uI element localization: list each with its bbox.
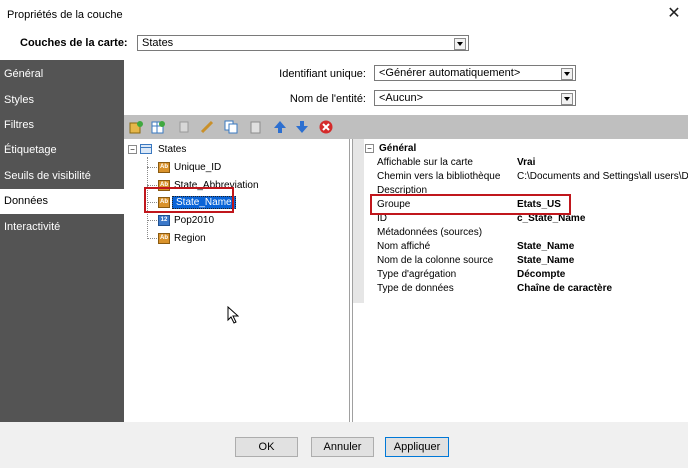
property-name: Chemin vers la bibliothèque <box>377 171 501 182</box>
sidebar-item-visibility[interactable]: Seuils de visibilité <box>0 164 124 189</box>
chevron-down-icon[interactable] <box>561 93 573 105</box>
property-name: Affichable sur la carte <box>377 157 473 168</box>
sidebar-item-filters[interactable]: Filtres <box>0 113 124 138</box>
property-name: Nom de la colonne source <box>377 255 494 266</box>
property-row[interactable]: Nom affiché State_Name <box>353 240 688 254</box>
tree-guide <box>147 238 157 239</box>
add-field-icon[interactable] <box>128 119 143 134</box>
layer-label: Couches de la carte: <box>20 37 128 49</box>
annotation-box <box>370 194 571 215</box>
text-field-icon: Ab <box>158 233 170 244</box>
layer-select[interactable]: States <box>137 35 469 51</box>
property-row[interactable]: Nom de la colonne source State_Name <box>353 254 688 268</box>
tree-item[interactable]: Region <box>174 233 206 244</box>
field-tree: − States Ab Unique_ID Ab State_Abbreviat… <box>124 139 350 422</box>
table-icon <box>140 144 152 157</box>
edit-pencil-icon[interactable] <box>199 119 214 134</box>
property-section: Général <box>379 143 417 154</box>
text-field-icon: Ab <box>158 162 170 173</box>
property-row[interactable]: Chemin vers la bibliothèque C:\Documents… <box>353 170 688 184</box>
window-title: Propriétés de la couche <box>7 9 123 21</box>
property-name: Type de données <box>377 283 454 294</box>
tree-guide <box>147 167 157 168</box>
property-value: State_Name <box>517 241 575 252</box>
add-table-icon[interactable] <box>150 119 165 134</box>
tree-guide <box>147 220 157 221</box>
sidebar-item-interactivity[interactable]: Interactivité <box>0 215 124 240</box>
property-row[interactable]: Type de données Chaîne de caractère <box>353 282 688 296</box>
apply-button[interactable]: Appliquer <box>385 437 449 457</box>
toolbar <box>124 115 688 139</box>
sidebar-item-styles[interactable]: Styles <box>0 88 124 113</box>
property-row[interactable]: Métadonnées (sources) <box>353 226 688 240</box>
ok-button[interactable]: OK <box>235 437 298 457</box>
chevron-down-icon[interactable] <box>561 68 573 80</box>
annotation-box <box>144 187 234 213</box>
chevron-down-icon[interactable] <box>454 38 466 50</box>
sidebar: Général Styles Filtres Étiquetage Seuils… <box>0 60 124 422</box>
property-value: State_Name <box>517 255 575 266</box>
property-row[interactable]: Type d'agrégation Décompte <box>353 268 688 282</box>
move-up-icon[interactable] <box>272 119 287 134</box>
cancel-button[interactable]: Annuler <box>311 437 374 457</box>
copy-icon[interactable] <box>176 119 191 134</box>
sidebar-item-labeling[interactable]: Étiquetage <box>0 138 124 163</box>
collapse-icon[interactable]: − <box>365 144 374 153</box>
sidebar-item-data[interactable]: Données <box>0 189 124 214</box>
property-name: Type d'agrégation <box>377 269 457 280</box>
sidebar-item-general[interactable]: Général <box>0 62 124 87</box>
property-grid: − Général Affichable sur la carte Vrai C… <box>352 139 688 422</box>
duplicate-icon[interactable] <box>223 119 238 134</box>
entity-name-label: Nom de l'entité: <box>289 93 366 105</box>
tree-root[interactable]: States <box>158 144 186 155</box>
tree-item[interactable]: Unique_ID <box>174 162 221 173</box>
property-name: Nom affiché <box>377 241 431 252</box>
mouse-cursor-icon <box>227 305 240 327</box>
move-down-icon[interactable] <box>294 119 309 134</box>
property-name: Métadonnées (sources) <box>377 227 483 238</box>
property-row[interactable]: Affichable sur la carte Vrai <box>353 156 688 170</box>
close-icon[interactable]: ✕ <box>666 5 682 23</box>
layer-value: States <box>142 37 174 49</box>
tree-item[interactable]: Pop2010 <box>174 215 214 226</box>
number-field-icon: 12 <box>158 215 170 226</box>
property-value: Décompte <box>517 269 566 280</box>
property-value: C:\Documents and Settings\all users\Do <box>517 171 688 182</box>
delete-icon[interactable] <box>318 119 333 134</box>
tree-guide <box>147 185 157 186</box>
property-value: Vrai <box>517 157 536 168</box>
unique-id-label: Identifiant unique: <box>279 68 366 80</box>
collapse-icon[interactable]: − <box>128 145 137 154</box>
unique-id-value: <Générer automatiquement> <box>379 67 521 79</box>
entity-name-select[interactable]: <Aucun> <box>374 90 576 106</box>
unique-id-select[interactable]: <Générer automatiquement> <box>374 65 576 81</box>
property-value: Chaîne de caractère <box>517 283 613 294</box>
paste-icon[interactable] <box>247 119 262 134</box>
entity-name-value: <Aucun> <box>379 92 424 104</box>
